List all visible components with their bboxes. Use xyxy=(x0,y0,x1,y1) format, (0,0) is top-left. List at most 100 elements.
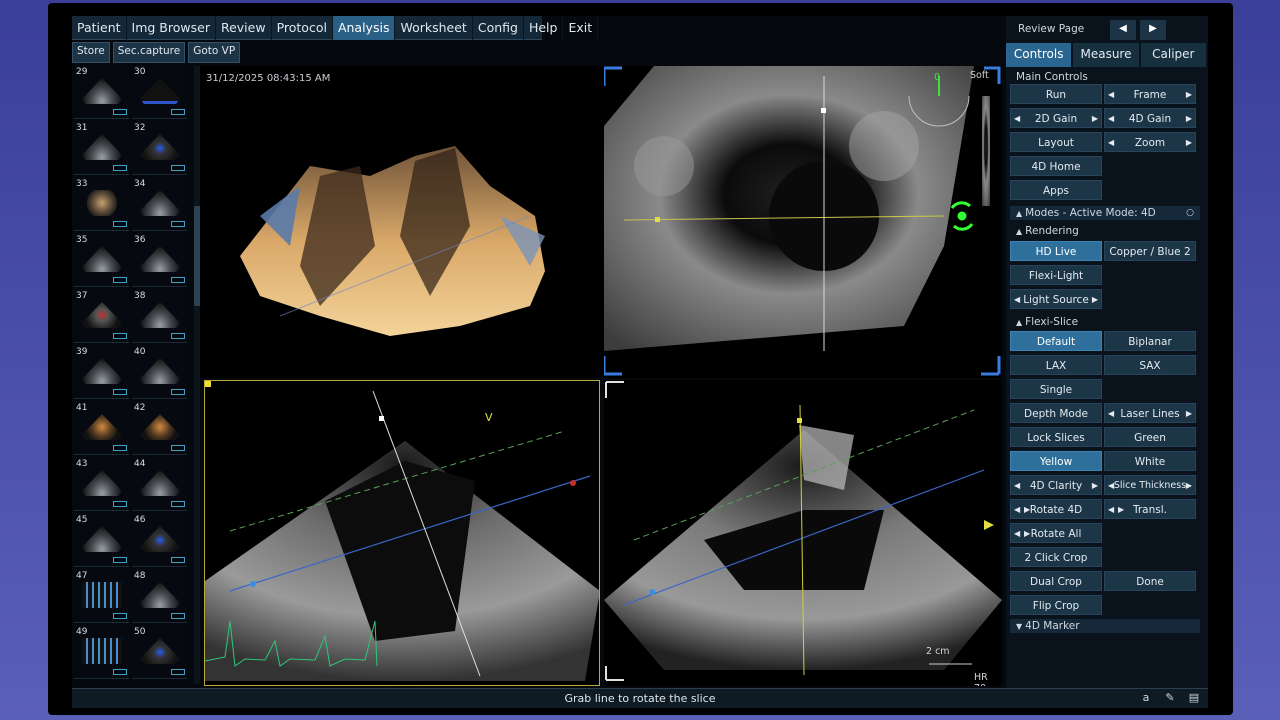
viewport-slice-bottom-left[interactable]: V xyxy=(204,380,600,686)
main-menu: Patient Img Browser Review Protocol Anal… xyxy=(72,16,599,40)
section-4d-marker[interactable]: ▼ 4D Marker xyxy=(1010,619,1200,633)
thumbnail[interactable]: 39 xyxy=(74,346,129,399)
scale-label: 2 cm xyxy=(926,646,950,657)
single-button[interactable]: Single xyxy=(1010,379,1102,399)
thumbnail[interactable]: 38 xyxy=(132,290,187,343)
clarity-4d-control[interactable]: ◀ 4D Clarity ▶ xyxy=(1010,475,1102,495)
menu-help[interactable]: Help xyxy=(524,16,564,40)
light-source-control[interactable]: ◀ Light Source ▶ xyxy=(1010,289,1102,309)
rotate-4d-control[interactable]: ◀ ▶ Rotate 4D xyxy=(1010,499,1102,519)
thumbnail[interactable]: 34 xyxy=(132,178,187,231)
yellow-button[interactable]: Yellow xyxy=(1010,451,1102,471)
section-modes[interactable]: ▲ Modes - Active Mode: 4D ○ xyxy=(1010,206,1200,220)
sax-button[interactable]: SAX xyxy=(1104,355,1196,375)
sec-capture-button[interactable]: Sec.capture xyxy=(112,42,186,63)
review-prev-button[interactable]: ◀ xyxy=(1110,20,1136,40)
section-flexi-slice[interactable]: ▲ Flexi-Slice xyxy=(1010,315,1200,329)
home-4d-button[interactable]: 4D Home xyxy=(1010,156,1102,176)
slice-image xyxy=(604,381,1002,681)
flip-crop-button[interactable]: Flip Crop xyxy=(1010,595,1102,615)
thumbnail[interactable]: 31 xyxy=(74,122,129,175)
laser-lines-control[interactable]: ◀ Laser Lines ▶ xyxy=(1104,403,1196,423)
review-next-button[interactable]: ▶ xyxy=(1140,20,1166,40)
thumbnail[interactable]: 44 xyxy=(132,458,187,511)
apps-button[interactable]: Apps xyxy=(1010,180,1102,200)
dual-crop-button[interactable]: Dual Crop xyxy=(1010,571,1102,591)
goto-vp-button[interactable]: Goto VP xyxy=(188,42,241,63)
viewport-3d-render[interactable]: 31/12/2025 08:43:15 AM xyxy=(200,66,604,378)
tab-controls[interactable]: Controls xyxy=(1006,43,1072,67)
zoom-control[interactable]: ◀ Zoom ▶ xyxy=(1104,132,1196,152)
hd-live-button[interactable]: HD Live xyxy=(1010,241,1102,261)
thumbnail[interactable]: 48 xyxy=(132,570,187,623)
slice-image xyxy=(205,381,599,681)
flexi-light-button[interactable]: Flexi-Light xyxy=(1010,265,1102,285)
thumbnail[interactable]: 46 xyxy=(132,514,187,567)
menu-review[interactable]: Review xyxy=(216,16,272,40)
thumbnail[interactable]: 33 xyxy=(74,178,129,231)
thumbnail[interactable]: 30 xyxy=(132,66,187,119)
printer-icon[interactable]: ▤ xyxy=(1186,691,1202,704)
default-button[interactable]: Default xyxy=(1010,331,1102,351)
controls-panel: Review Page ◀ ▶ Controls Measure Caliper… xyxy=(1006,16,1208,688)
thumbnail[interactable]: 35 xyxy=(74,234,129,287)
gain-2d-control[interactable]: ◀ 2D Gain ▶ xyxy=(1010,108,1102,128)
section-rendering[interactable]: ▲ Rendering xyxy=(1010,224,1200,238)
thumbnail[interactable]: 32 xyxy=(132,122,187,175)
section-main-controls: Main Controls xyxy=(1016,71,1088,83)
thumbnail[interactable]: 50 xyxy=(132,626,187,679)
lock-slices-button[interactable]: Lock Slices xyxy=(1010,427,1102,447)
two-click-crop-button[interactable]: 2 Click Crop xyxy=(1010,547,1102,567)
status-icons: a ✎ ▤ xyxy=(1138,691,1202,704)
depth-mode-button[interactable]: Depth Mode xyxy=(1010,403,1102,423)
view-marker: V xyxy=(485,411,493,424)
thumbnail[interactable]: 45 xyxy=(74,514,129,567)
screen: Patient Img Browser Review Protocol Anal… xyxy=(48,3,1233,715)
slice-image xyxy=(604,66,1001,376)
thumbnail[interactable]: 49 xyxy=(74,626,129,679)
copper-blue-button[interactable]: Copper / Blue 2 xyxy=(1104,241,1196,261)
tab-caliper[interactable]: Caliper xyxy=(1140,43,1206,67)
menu-patient[interactable]: Patient xyxy=(72,16,127,40)
menu-img-browser[interactable]: Img Browser xyxy=(127,16,216,40)
biplanar-button[interactable]: Biplanar xyxy=(1104,331,1196,351)
thumbnail[interactable]: 47 xyxy=(74,570,129,623)
gain-4d-control[interactable]: ◀ 4D Gain ▶ xyxy=(1104,108,1196,128)
viewport-slice-bottom-right[interactable]: 2 cm HR 70 xyxy=(604,380,1002,686)
white-button[interactable]: White xyxy=(1104,451,1196,471)
monitor-bezel: Patient Img Browser Review Protocol Anal… xyxy=(0,0,1280,720)
menu-protocol[interactable]: Protocol xyxy=(272,16,333,40)
panel-tabs: Controls Measure Caliper xyxy=(1006,43,1208,67)
keyboard-a-icon[interactable]: a xyxy=(1138,691,1154,704)
lax-button[interactable]: LAX xyxy=(1010,355,1102,375)
status-message: Grab line to rotate the slice xyxy=(564,692,716,705)
menu-exit[interactable]: Exit xyxy=(563,16,599,40)
layout-button[interactable]: Layout xyxy=(1010,132,1102,152)
thumbnail[interactable]: 29 xyxy=(74,66,129,119)
tab-measure[interactable]: Measure xyxy=(1073,43,1139,67)
review-page-row: Review Page ◀ ▶ xyxy=(1006,19,1208,41)
slice-thickness-control[interactable]: ◀ Slice Thickness ▶ xyxy=(1104,475,1196,495)
thumbnail[interactable]: 37 xyxy=(74,290,129,343)
thumbnail[interactable]: 42 xyxy=(132,402,187,455)
thumbnail[interactable]: 40 xyxy=(132,346,187,399)
soft-label: Soft xyxy=(970,70,989,81)
menu-worksheet[interactable]: Worksheet xyxy=(395,16,473,40)
green-button[interactable]: Green xyxy=(1104,427,1196,447)
rotate-all-control[interactable]: ◀ ▶ Rotate All xyxy=(1010,523,1102,543)
heart-rate: HR 70 xyxy=(974,672,988,686)
thumbnail[interactable]: 41 xyxy=(74,402,129,455)
volume-render-image xyxy=(240,146,545,336)
frame-control[interactable]: ◀ Frame ▶ xyxy=(1104,84,1196,104)
store-button[interactable]: Store xyxy=(72,42,110,63)
thumbnail[interactable]: 43 xyxy=(74,458,129,511)
menu-analysis[interactable]: Analysis xyxy=(332,16,396,40)
done-button[interactable]: Done xyxy=(1104,571,1196,591)
pen-icon[interactable]: ✎ xyxy=(1162,691,1178,704)
thumbnail[interactable]: 36 xyxy=(132,234,187,287)
run-button[interactable]: Run xyxy=(1010,84,1102,104)
sub-toolbar: Store Sec.capture Goto VP xyxy=(72,42,241,63)
transl-control[interactable]: ◀ ▶ Transl. xyxy=(1104,499,1196,519)
viewport-slice-top[interactable]: Soft 0 xyxy=(604,66,1002,378)
menu-config[interactable]: Config xyxy=(473,16,524,40)
